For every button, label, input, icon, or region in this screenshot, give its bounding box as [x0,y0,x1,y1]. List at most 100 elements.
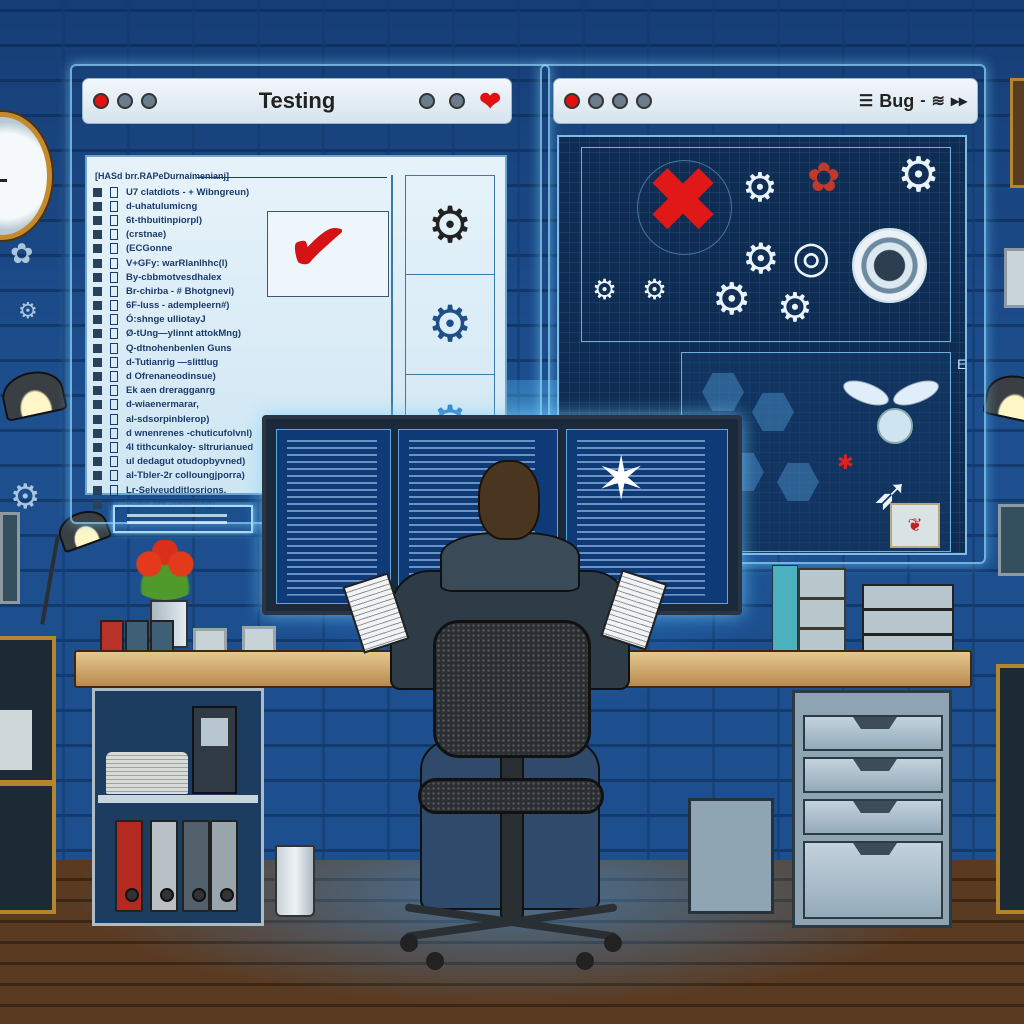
checklist-item-label: U7 clatdiots - + Wibngreun) [126,186,250,198]
status-square [93,315,102,325]
heart-icon[interactable]: ❤ [479,88,501,114]
status-square [93,457,102,467]
checklist-item[interactable]: 6t-thbuitinpiorpl) [93,213,253,227]
cabinet-drawer[interactable] [803,799,943,835]
checklist-item[interactable]: al-sdsorpinblerop) [93,412,253,426]
checkbox[interactable] [110,214,118,226]
target-icon: ◎ [792,233,831,282]
hood [440,532,580,592]
maximize-button[interactable] [141,93,157,109]
menu-icon[interactable]: ☰ [859,91,873,111]
filing-cabinet [792,690,952,928]
testing-window-titlebar: Testing ❤ [82,78,512,124]
checkbox[interactable] [110,257,118,269]
checklist-item[interactable]: ul dedagut otudopbyvned) [93,455,253,469]
status-square [93,372,102,382]
checklist-item[interactable]: By-cbbmotvesdhalex [93,270,253,284]
chair-backrest [433,620,591,758]
checkbox[interactable] [110,229,118,241]
gear-icon: ⚙ [18,298,38,323]
pencil-cup [275,845,315,917]
checklist-item[interactable]: d Ofrenaneodinsue) [93,369,253,383]
checkbox[interactable] [110,314,118,326]
cabinet-drawer[interactable] [803,841,943,919]
bug-marker-icon: ✱ [837,452,854,474]
minimize-button[interactable] [117,93,133,109]
checklist-item[interactable]: 4l tithcunkaloy- sltrurianued [93,440,253,454]
titlebar-button[interactable] [419,93,436,109]
minimize-button[interactable] [588,93,604,109]
checkbox[interactable] [110,371,118,383]
checklist-item[interactable]: d wnenrenes -chuticufolvnl) [93,426,253,440]
checklist-item[interactable]: Lr-Selveudditlosrions. [93,483,253,497]
checkbox[interactable] [110,243,118,255]
checkbox[interactable] [110,385,118,397]
checklist-item[interactable]: al-Tbler-2r colloungjporra) [93,469,253,483]
checklist-item[interactable]: d-Tutianrig —slittlug [93,355,253,369]
checklist-item-label: (crstnae) [126,229,167,241]
titlebar-button[interactable] [636,93,652,109]
checklist-item[interactable]: Ek aen dreragganrg [93,384,253,398]
bug-window-titlebar: ☰ Bug - ≋ ▸▸ [553,78,978,124]
maximize-button[interactable] [612,93,628,109]
checkbox[interactable] [110,427,118,439]
wall-panel-left [0,512,20,604]
checkbox[interactable] [110,456,118,468]
close-button[interactable] [564,93,580,109]
gear-icon: ⚙ [642,274,668,305]
divider [197,177,387,178]
gear-outline-icon[interactable]: ⚙ [406,176,494,276]
fast-forward-icon[interactable]: ▸▸ [951,91,967,111]
wave-icon[interactable]: ≋ [932,91,945,111]
bookcase-left [0,636,56,914]
pass-result-box: ✔ [267,204,389,297]
checkbox[interactable] [110,399,118,411]
close-button[interactable] [93,93,109,109]
checkbox[interactable] [110,328,118,340]
binder-dark [182,820,210,912]
status-square [93,258,102,268]
gear-filled-icon[interactable]: ⚙ [406,275,494,375]
status-square [93,201,102,211]
checklist-item-label: d-Tutianrig —slittlug [126,356,219,368]
checklist-item[interactable]: V+GFy: warRlanlhhc(l) [93,256,253,270]
checklist-item[interactable]: Ó:shnge ulliotayJ [93,313,253,327]
checklist-item[interactable]: 6F-luss - adempleern#) [93,299,253,313]
checklist-item[interactable]: d-uhatulumicng [93,199,253,213]
checkbox[interactable] [110,271,118,283]
checklist-item[interactable]: Br-chirba - # Bhotgnevi) [93,284,253,298]
checkbox[interactable] [110,300,118,312]
checklist-item[interactable]: Ø-tUng—ylinnt attokMng) [93,327,253,341]
shelf [98,795,258,803]
bug-diagram-panel: ✖ ⚙ ✿ ⚙ ⚙ ⚙ ⚙ ◎ ⚙ ⚙ [581,147,951,342]
status-square [93,386,102,396]
checklist-item[interactable]: (ECGonne [93,242,253,256]
checkbox[interactable] [110,200,118,212]
checklist-item[interactable]: U7 clatdiots - + Wibngreun) [93,185,253,199]
small-cabinet [688,798,774,914]
checkbox[interactable] [110,342,118,354]
status-square [93,301,102,311]
checklist-item[interactable]: Q-dtnohenbenlen Guns [93,341,253,355]
checkbox[interactable] [110,441,118,453]
checklist-item-label: al-sdsorpinblerop) [126,413,210,425]
checklist-item-label: Lr-Selveudditlosrions. [126,484,227,496]
checklist-item-label: 4l tithcunkaloy- sltrurianued [126,441,254,453]
checklist-item-label: (ECGonne [126,243,173,255]
titlebar-button[interactable] [449,93,466,109]
status-square [93,244,102,254]
checkbox[interactable] [110,413,118,425]
shelf [0,780,52,786]
checklist-item[interactable]: (crstnae) [93,228,253,242]
cabinet-drawer[interactable] [803,715,943,751]
picture-frame [1010,78,1024,188]
checkbox[interactable] [110,484,118,496]
checkbox[interactable] [110,356,118,368]
checkbox[interactable] [110,470,118,482]
checklist-item[interactable]: d-wiaenermarar, [93,398,253,412]
title-suffix: - [920,92,926,109]
binder-gray [210,820,238,912]
checkbox[interactable] [110,186,118,198]
cabinet-drawer[interactable] [803,757,943,793]
checkbox[interactable] [110,285,118,297]
